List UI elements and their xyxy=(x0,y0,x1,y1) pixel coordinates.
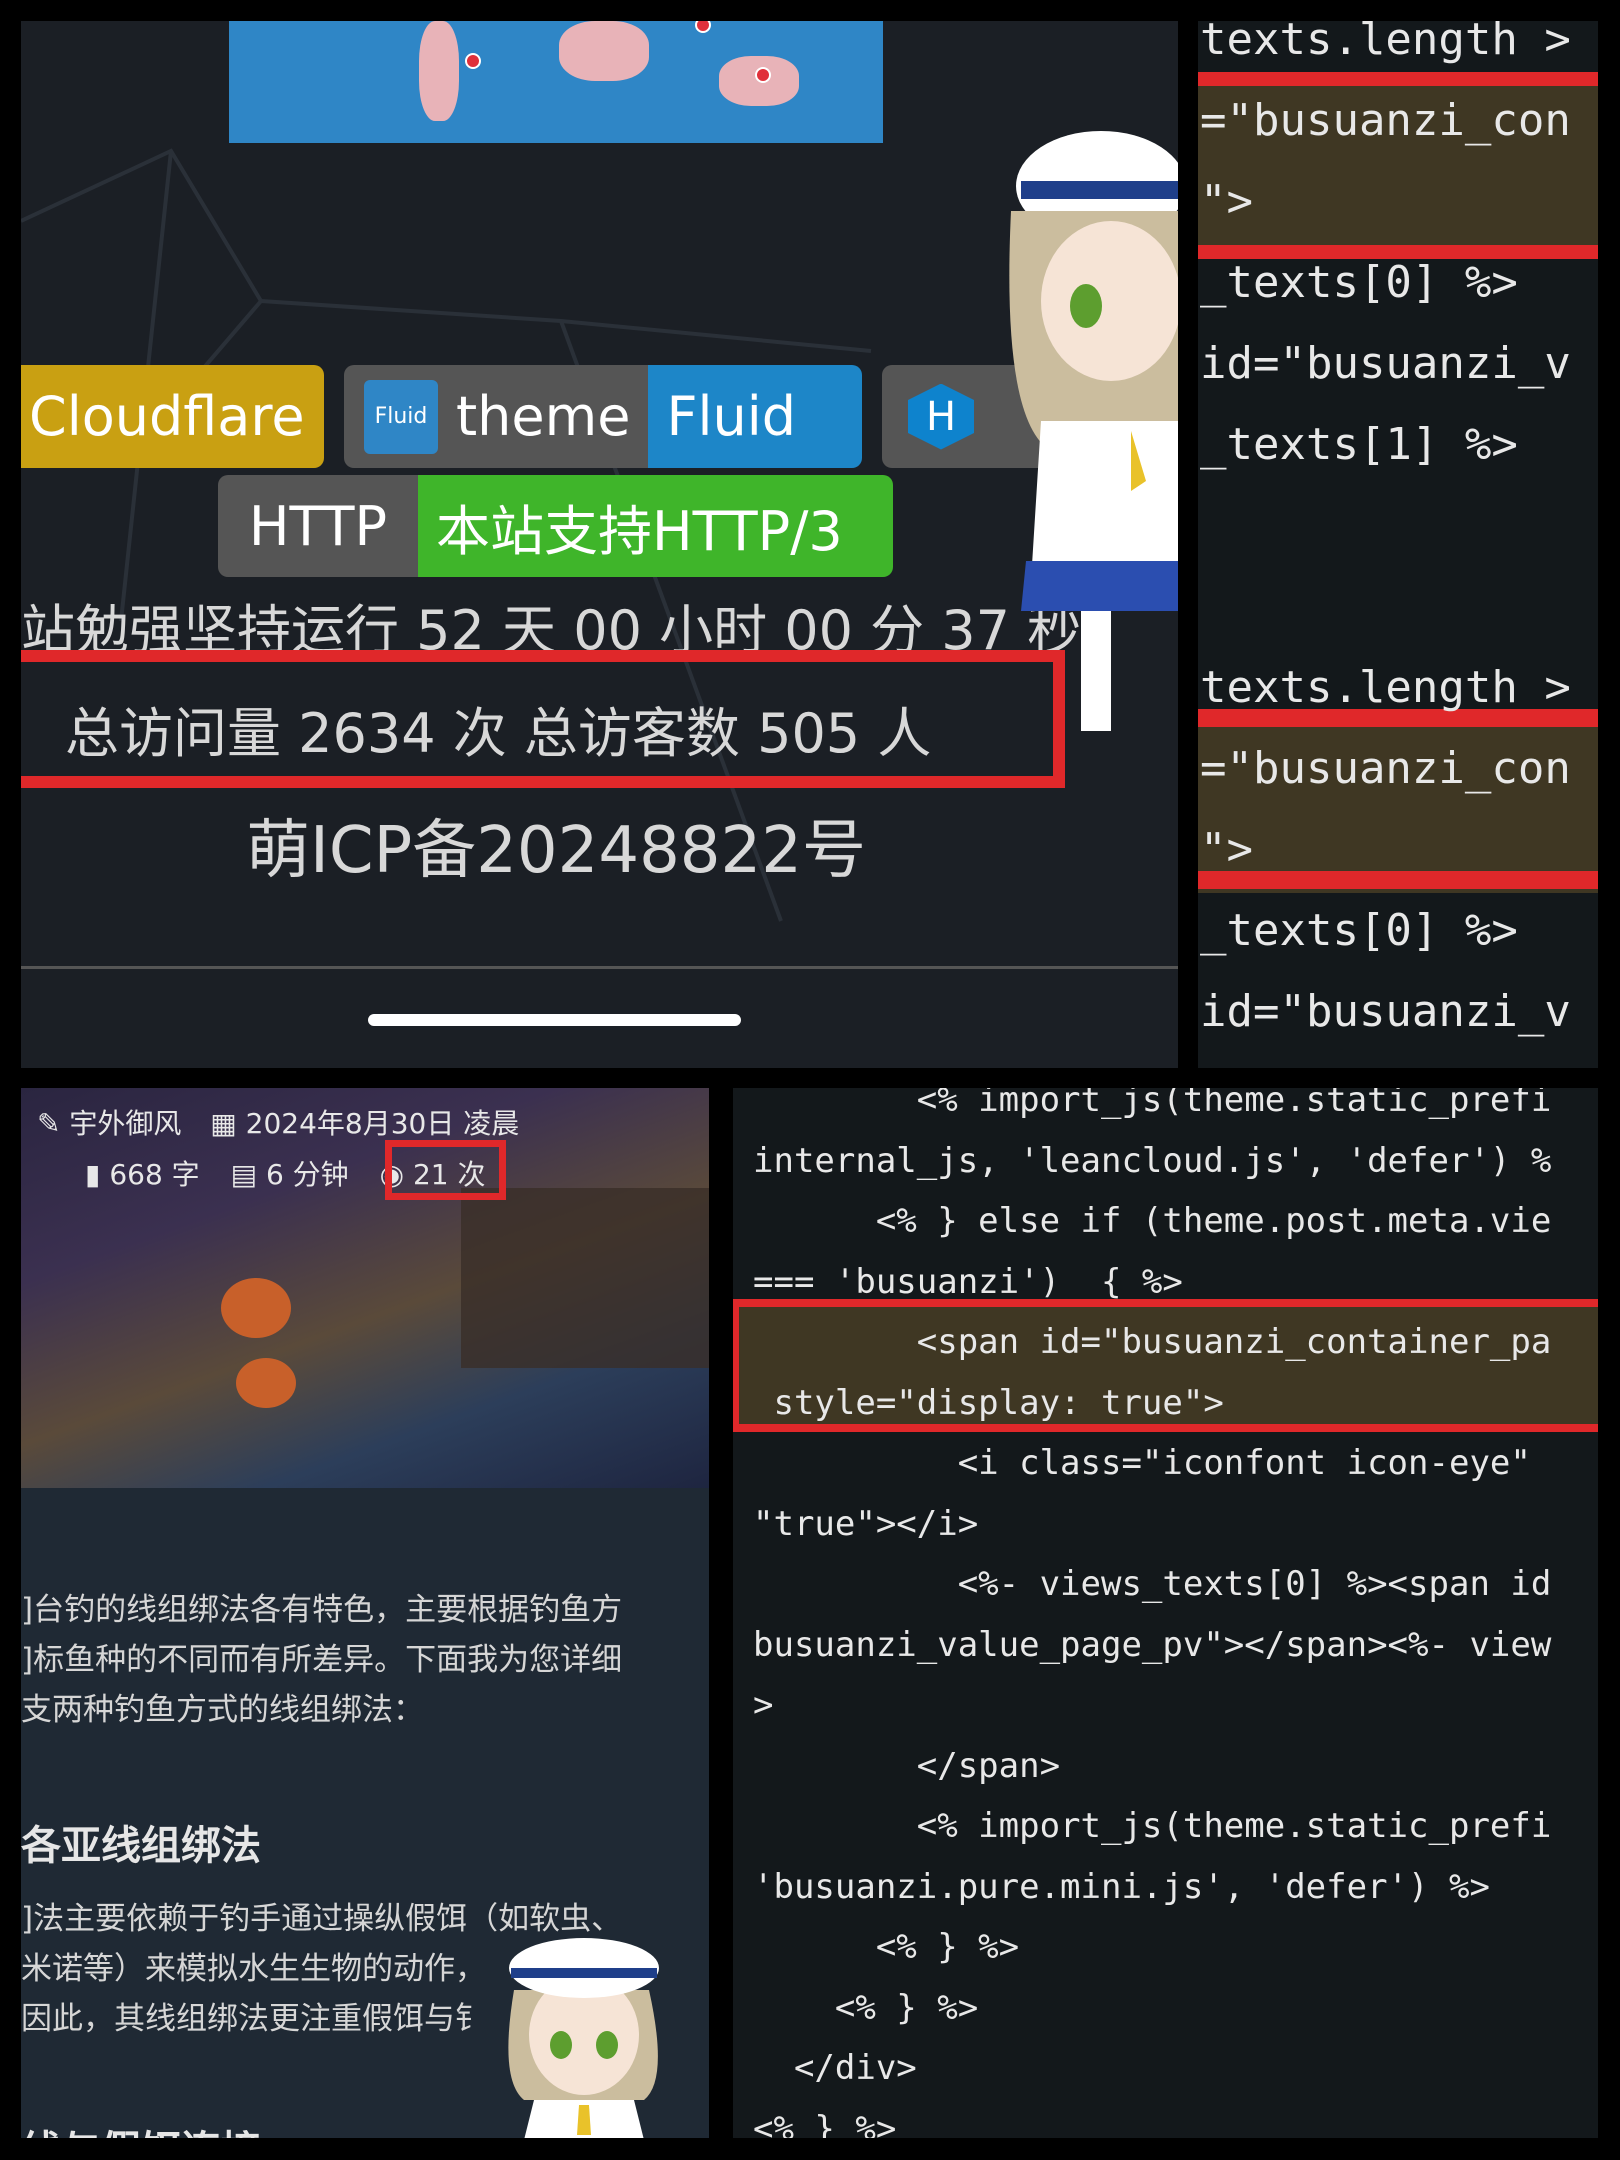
hexo-hexagon-icon: H xyxy=(908,383,974,450)
code-line: _texts[0] %> xyxy=(1200,905,1518,956)
post-meta-row-1: ✎ 宇外御风 ▦ 2024年8月30日 凌晨 xyxy=(37,1102,519,1142)
word-count: 668 字 xyxy=(109,1158,200,1191)
code-line: 'busuanzi.pure.mini.js', 'defer') %> xyxy=(753,1866,1490,1907)
code-line: <% import_js(theme.static_prefi xyxy=(753,1806,1552,1846)
calendar-icon: ▦ xyxy=(210,1107,237,1140)
code-line: id="busuanzi_v xyxy=(1200,338,1571,389)
paragraph-line: ]台钓的线组绑法各有特色，主要根据钓鱼方 xyxy=(21,1592,623,1628)
mascot-character xyxy=(1009,131,1178,731)
code-line: > xyxy=(753,1685,774,1725)
visitor-world-map xyxy=(229,21,883,143)
badge-theme-fluid[interactable]: Fluid theme Fluid xyxy=(344,365,862,468)
badge-label: HTTP xyxy=(218,475,418,577)
code-line: </div> xyxy=(753,2048,917,2088)
highlight-border xyxy=(1198,871,1598,889)
code-line: "> xyxy=(1200,824,1253,875)
badge-label: Cloudflare xyxy=(29,385,305,448)
code-line: <% } %> xyxy=(753,1987,979,2028)
highlight-box xyxy=(385,1140,506,1200)
code-line: id="busuanzi_v xyxy=(1200,986,1571,1037)
badge-http3[interactable]: HTTP 本站支持HTTP/3 xyxy=(218,475,893,577)
home-indicator[interactable] xyxy=(368,1014,741,1026)
code-line: <% } %> xyxy=(753,2108,897,2139)
badge-value: Fluid xyxy=(648,365,862,468)
paragraph-line: 支两种钓鱼方式的线组绑法： xyxy=(21,1692,424,1728)
blog-post-panel: ✎ 宇外御风 ▦ 2024年8月30日 凌晨 ▮ 668 字 ▤ 6 分钟 ◉ … xyxy=(21,1088,709,2138)
code-line: busuanzi_value_page_pv"></span><%- view xyxy=(753,1624,1552,1665)
pencil-icon: ✎ xyxy=(37,1107,61,1140)
code-line: <%- views_texts[0] %><span id xyxy=(753,1564,1552,1604)
post-author: 宇外御风 xyxy=(69,1107,182,1140)
paragraph-line: ]标鱼种的不同而有所差异。下面我为您详细 xyxy=(21,1642,623,1678)
post-date: 2024年8月30日 凌晨 xyxy=(245,1107,520,1140)
code-line: === 'busuanzi') { %> xyxy=(753,1261,1183,1302)
code-line: texts.length > xyxy=(1200,21,1571,65)
code-line: _texts[0] %> xyxy=(1200,257,1518,308)
code-snippet-top: texts.length > ="busuanzi_con "> _texts[0] … xyxy=(1198,21,1598,1068)
code-line: <% } %> xyxy=(753,1927,1020,1967)
paragraph-line: 因此，其线组绑法更注重假饵与钅 xyxy=(21,2001,486,2037)
code-snippet-bottom: <% import_js(theme.static_prefi internal_… xyxy=(733,1088,1598,2138)
badge-label: theme xyxy=(456,385,631,448)
reading-time: 6 分钟 xyxy=(265,1158,349,1191)
reading-time-icon: ▤ xyxy=(230,1158,258,1191)
map-marker xyxy=(465,53,481,69)
code-line: <% import_js(theme.static_prefi xyxy=(753,1088,1552,1120)
code-line: style="display: true"> xyxy=(753,1382,1224,1423)
section-heading: 线与假饵连接 xyxy=(21,2118,261,2138)
code-line: </span> xyxy=(753,1745,1061,1786)
mascot-character xyxy=(508,1938,659,2138)
section-heading: 各亚线组绑法 xyxy=(21,1823,261,1869)
code-line: <% } else if (theme.post.meta.vie xyxy=(753,1201,1552,1241)
map-marker xyxy=(695,21,711,33)
blog-footer-panel: Cloudflare Fluid theme Fluid H HTTP 本站支持… xyxy=(21,21,1178,1068)
code-line: "true"></i> xyxy=(753,1503,979,1544)
badge-value: 本站支持HTTP/3 xyxy=(418,475,893,577)
code-line: <span id="busuanzi_container_pa xyxy=(753,1322,1552,1362)
code-line: ="busuanzi_con xyxy=(1200,743,1571,794)
code-line: <i class="iconfont icon-eye" xyxy=(753,1443,1531,1483)
divider xyxy=(21,966,1178,969)
paragraph-line: 米诺等）来模拟水生生物的动作， xyxy=(21,1951,486,1987)
code-line: ="busuanzi_con xyxy=(1200,95,1571,146)
visit-statistics: 总访问量 2634 次 总访客数 505 人 xyxy=(65,702,932,765)
fluid-logo-icon: Fluid xyxy=(364,379,438,454)
badge-cloudflare[interactable]: Cloudflare xyxy=(21,365,324,468)
code-line: _texts[1] %> xyxy=(1200,419,1518,470)
post-banner-image xyxy=(21,1088,709,1488)
code-line: "> xyxy=(1200,176,1253,227)
code-line: internal_js, 'leancloud.js', 'defer') % xyxy=(753,1140,1552,1181)
bar-chart-icon: ▮ xyxy=(85,1158,101,1191)
icp-record-link[interactable]: 萌ICP备20248822号 xyxy=(21,799,1091,891)
code-line: texts.length > xyxy=(1200,662,1571,713)
map-marker xyxy=(755,67,771,83)
